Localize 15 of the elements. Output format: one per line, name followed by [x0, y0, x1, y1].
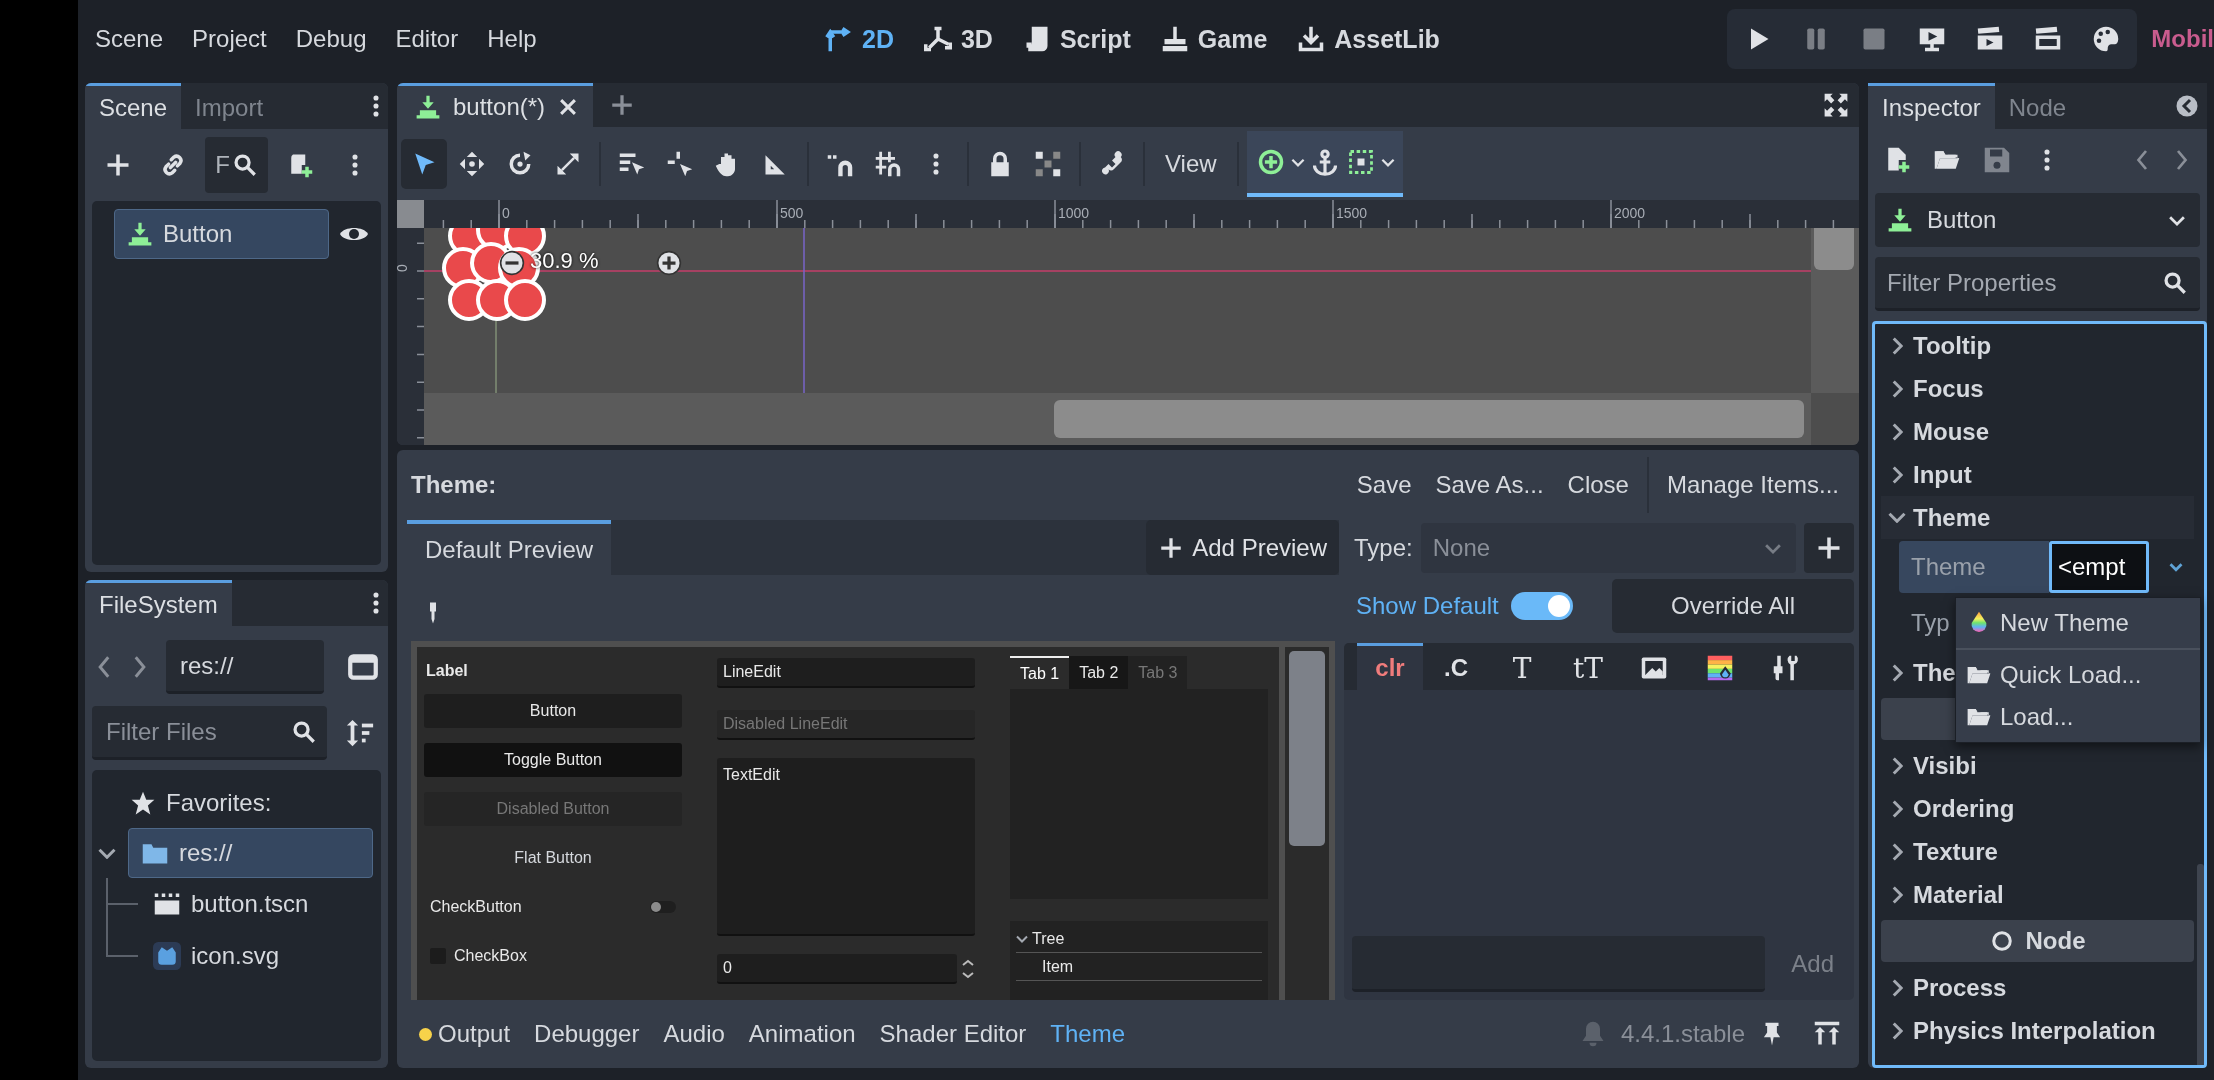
property-label: Typ	[1910, 608, 1951, 638]
category-header: Node	[1881, 920, 2194, 962]
property-label: Theme	[1899, 541, 2049, 593]
preview-label: Label	[425, 661, 469, 681]
version-label: 4.4.1.stable	[1620, 1020, 1745, 1048]
ruler-label: 500	[780, 205, 804, 221]
ruler-label: 1000	[1058, 205, 1090, 221]
ruler-label: 2000	[1614, 205, 1646, 221]
theme-title: Theme:	[411, 471, 497, 499]
ruler-label: 1500	[1336, 205, 1368, 221]
show-default-label: Show Default	[1356, 592, 1499, 620]
ruler-label: 0	[502, 205, 510, 221]
favorites-heading: Favorites:	[166, 789, 272, 817]
type-label: Type:	[1354, 533, 1413, 562]
ruler-label: 0	[397, 264, 410, 272]
